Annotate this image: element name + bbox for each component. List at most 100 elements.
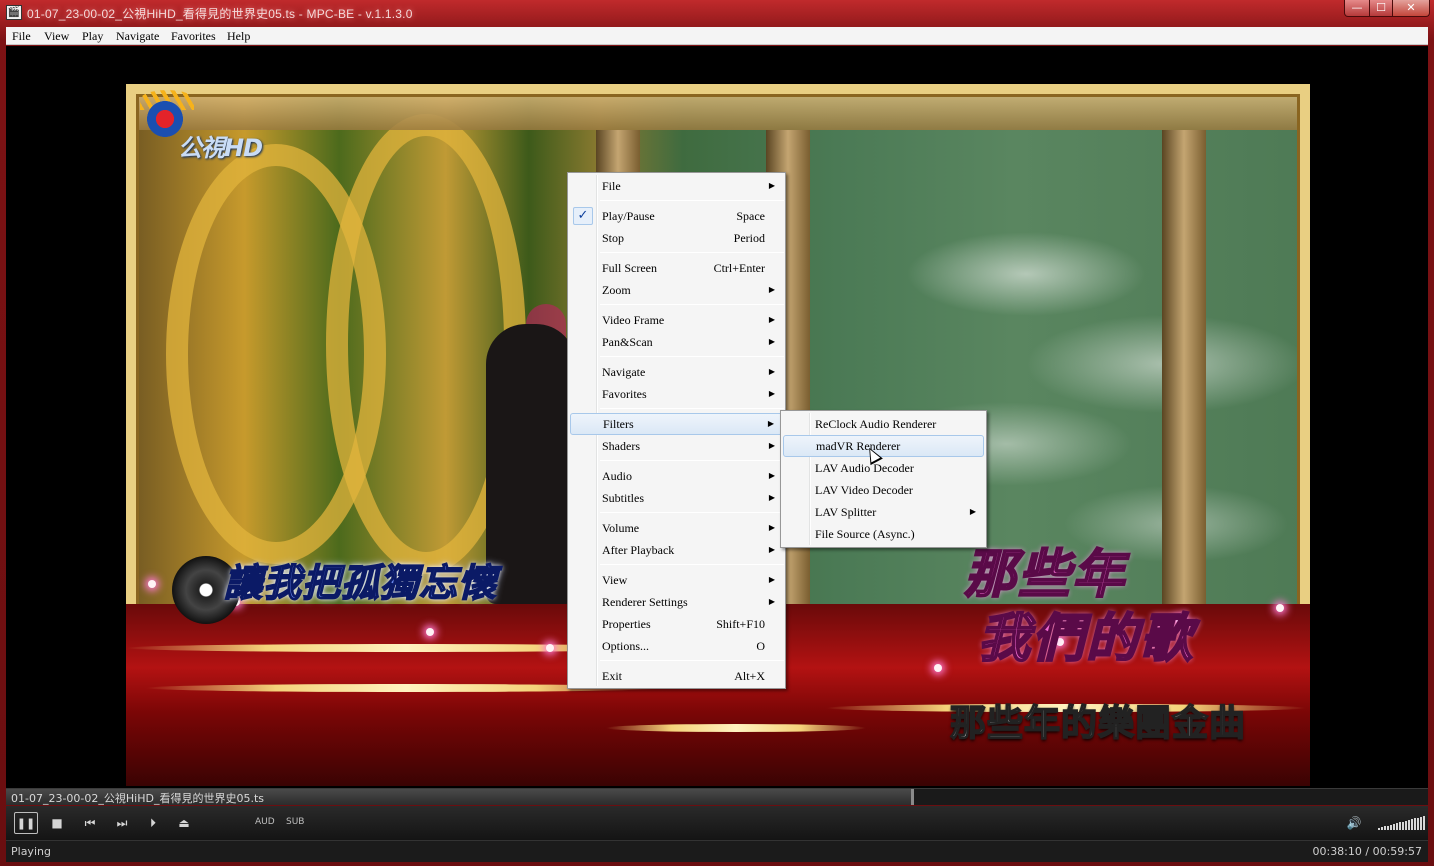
volume-level-bar xyxy=(1417,817,1419,830)
chevron-right-icon: ▶ xyxy=(768,389,775,398)
volume-level-bar xyxy=(1399,822,1401,830)
volume-level-bar xyxy=(1384,826,1386,830)
context-item-exit[interactable]: Exit Alt+X xyxy=(570,665,783,687)
filter-item-lav-audio[interactable]: LAV Audio Decoder xyxy=(783,457,984,479)
frame-step-button[interactable]: ⏵ xyxy=(141,812,165,834)
show-banner: 那些年的樂團金曲 xyxy=(949,702,1247,745)
context-item-zoom[interactable]: Zoom ▶ xyxy=(570,279,783,301)
filter-item-madvr[interactable]: madVR Renderer xyxy=(783,435,984,457)
volume-level-bar xyxy=(1378,828,1380,830)
volume-level-bar xyxy=(1393,824,1395,830)
time-display: 00:38:10 / 00:59:57 xyxy=(1312,845,1422,858)
pause-button[interactable]: ❚❚ xyxy=(14,812,38,834)
context-item-after-playback[interactable]: After Playback ▶ xyxy=(570,539,783,561)
context-item-properties[interactable]: Properties Shift+F10 xyxy=(570,613,783,635)
seek-thumb[interactable] xyxy=(910,789,914,805)
chevron-right-icon: ▶ xyxy=(768,285,775,294)
checkmark-icon: ✓ xyxy=(573,207,593,225)
context-item-view[interactable]: View ▶ xyxy=(570,569,783,591)
context-item-play-pause[interactable]: ✓ Play/Pause Space xyxy=(570,205,783,227)
stop-button[interactable]: ■ xyxy=(45,812,69,834)
context-item-filters[interactable]: Filters ▶ xyxy=(570,413,783,435)
previous-button[interactable]: ⏮ xyxy=(78,812,102,834)
context-item-file[interactable]: File ▶ xyxy=(570,175,783,197)
speaker-icon[interactable]: 🔊 xyxy=(1342,812,1366,834)
volume-level-bar xyxy=(1423,816,1425,830)
show-title-line2: 我們的歌 xyxy=(977,608,1195,670)
context-item-shaders[interactable]: Shaders ▶ xyxy=(570,435,783,457)
filter-item-lav-video[interactable]: LAV Video Decoder xyxy=(783,479,984,501)
minimize-button[interactable]: — xyxy=(1344,0,1370,17)
stage-light xyxy=(148,580,156,588)
context-item-renderer-settings[interactable]: Renderer Settings ▶ xyxy=(570,591,783,613)
context-item-volume[interactable]: Volume ▶ xyxy=(570,517,783,539)
volume-slider[interactable] xyxy=(1378,815,1425,830)
volume-level-bar xyxy=(1402,821,1404,830)
chevron-right-icon: ▶ xyxy=(768,523,775,532)
menu-view[interactable]: View xyxy=(44,27,69,45)
chevron-right-icon: ▶ xyxy=(768,441,775,450)
chevron-right-icon: ▶ xyxy=(969,507,976,516)
shortcut-label: Period xyxy=(733,231,765,245)
menu-separator xyxy=(600,408,784,409)
shortcut-label: Ctrl+Enter xyxy=(713,261,765,275)
title-bar[interactable]: 🎬 01-07_23-00-02_公視HiHD_看得見的世界史05.ts - M… xyxy=(0,0,1434,26)
stage-light xyxy=(934,664,942,672)
volume-level-bar xyxy=(1387,825,1389,830)
singer xyxy=(486,324,576,604)
chevron-right-icon: ▶ xyxy=(768,337,775,346)
seek-bar[interactable]: 01-07_23-00-02_公視HiHD_看得見的世界史05.ts xyxy=(6,788,1428,805)
chevron-right-icon: ▶ xyxy=(768,545,775,554)
context-item-full-screen[interactable]: Full Screen Ctrl+Enter xyxy=(570,257,783,279)
window-title: 01-07_23-00-02_公視HiHD_看得見的世界史05.ts - MPC… xyxy=(27,7,413,21)
menu-play[interactable]: Play xyxy=(82,27,103,45)
subtitle-track-button[interactable]: SUB xyxy=(286,817,304,827)
menu-help[interactable]: Help xyxy=(227,27,250,45)
menu-separator xyxy=(600,512,784,513)
context-item-navigate[interactable]: Navigate ▶ xyxy=(570,361,783,383)
volume-level-bar xyxy=(1408,820,1410,830)
chevron-right-icon: ▶ xyxy=(768,315,775,324)
filter-item-lav-splitter[interactable]: LAV Splitter ▶ xyxy=(783,501,984,523)
context-item-video-frame[interactable]: Video Frame ▶ xyxy=(570,309,783,331)
shortcut-label: Alt+X xyxy=(734,669,765,683)
audio-track-button[interactable]: AUD xyxy=(255,817,275,827)
context-item-pan-scan[interactable]: Pan&Scan ▶ xyxy=(570,331,783,353)
clapperboard-icon[interactable]: 🎬 xyxy=(6,5,22,20)
status-bar: Playing 00:38:10 / 00:59:57 xyxy=(6,840,1428,862)
playback-status: Playing xyxy=(11,845,51,858)
menu-favorites[interactable]: Favorites xyxy=(171,27,216,45)
stage-decoration xyxy=(606,724,866,732)
context-item-subtitles[interactable]: Subtitles ▶ xyxy=(570,487,783,509)
menu-separator xyxy=(600,252,784,253)
filter-item-file-source[interactable]: File Source (Async.) xyxy=(783,523,984,545)
close-button[interactable]: ✕ xyxy=(1392,0,1430,17)
volume-level-bar xyxy=(1405,820,1407,830)
context-item-stop[interactable]: Stop Period xyxy=(570,227,783,249)
volume-level-bar xyxy=(1420,816,1422,830)
filters-submenu: ReClock Audio Renderer madVR Renderer LA… xyxy=(780,410,987,548)
context-item-favorites[interactable]: Favorites ▶ xyxy=(570,383,783,405)
chevron-right-icon: ▶ xyxy=(768,493,775,502)
next-button[interactable]: ⏭ xyxy=(110,812,134,834)
shortcut-label: Shift+F10 xyxy=(716,617,765,631)
eject-button[interactable]: ⏏ xyxy=(172,812,196,834)
lyric-caption: 讓我把孤獨忘懷 xyxy=(223,560,498,606)
menu-navigate[interactable]: Navigate xyxy=(116,27,159,45)
menu-separator xyxy=(600,660,784,661)
context-item-audio[interactable]: Audio ▶ xyxy=(570,465,783,487)
shortcut-label: O xyxy=(756,639,765,653)
context-menu: File ▶ ✓ Play/Pause Space Stop Period Fu… xyxy=(567,172,786,689)
maximize-button[interactable]: ☐ xyxy=(1369,0,1393,17)
volume-level-bar xyxy=(1396,823,1398,830)
context-item-options[interactable]: Options... O xyxy=(570,635,783,657)
shortcut-label: Space xyxy=(736,209,765,223)
chevron-right-icon: ▶ xyxy=(768,597,775,606)
menu-separator xyxy=(600,200,784,201)
volume-level-bar xyxy=(1414,818,1416,830)
stage-light xyxy=(1276,604,1284,612)
menu-separator xyxy=(600,304,784,305)
menu-separator xyxy=(600,356,784,357)
menu-file[interactable]: File xyxy=(12,27,31,45)
filter-item-reclock[interactable]: ReClock Audio Renderer xyxy=(783,413,984,435)
